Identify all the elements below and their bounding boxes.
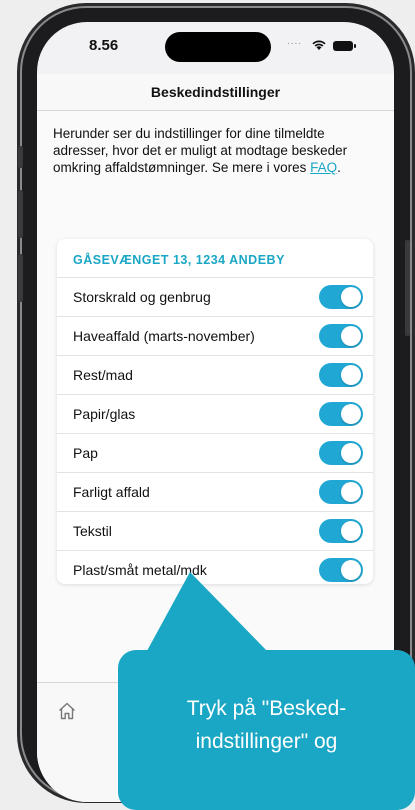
callout-tail-shape xyxy=(142,572,268,660)
